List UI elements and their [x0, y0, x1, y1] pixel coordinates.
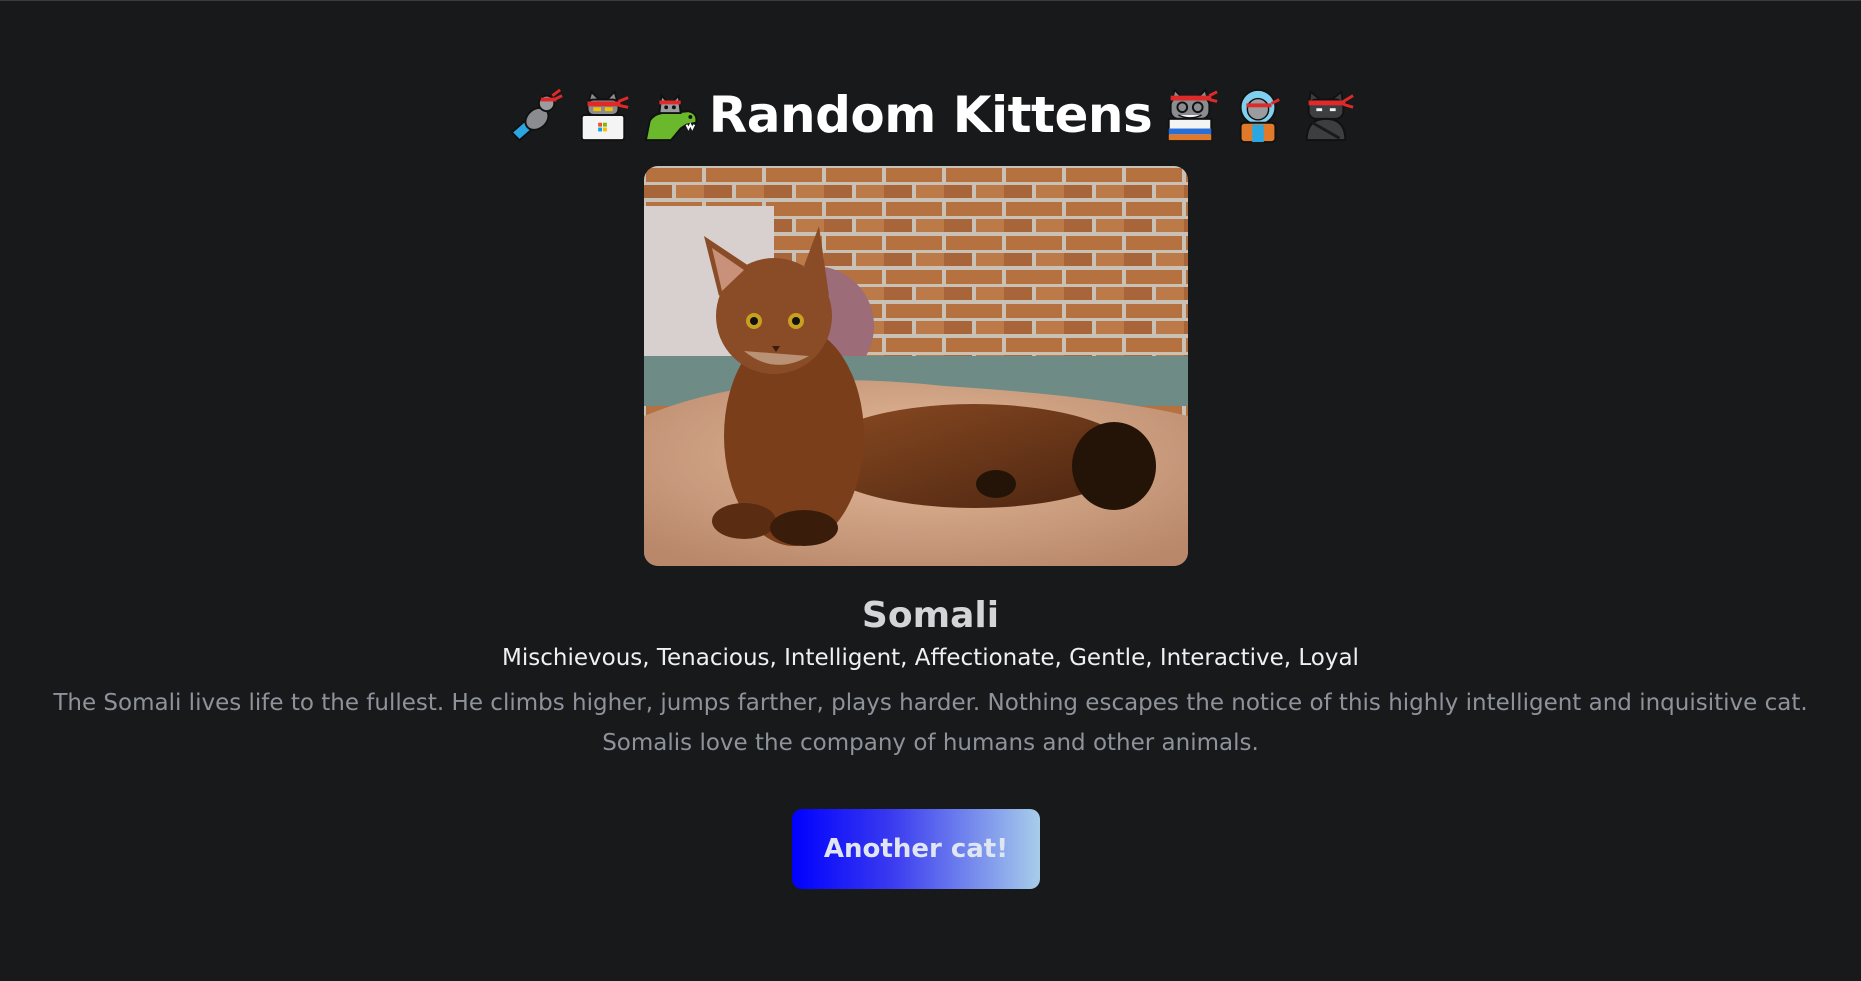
temperament-text: Mischievous, Tenacious, Intelligent, Aff…	[502, 645, 1359, 671]
another-cat-button[interactable]: Another cat!	[792, 809, 1040, 889]
page: Random Kittens Somali Mischievous, Tenac…	[0, 1, 1861, 981]
hacker-ninja-cat-icon	[580, 89, 629, 142]
right-emoji-group	[1156, 85, 1360, 145]
left-emoji-group	[501, 85, 705, 145]
breed-name: Somali	[861, 595, 1000, 636]
page-title: Random Kittens	[708, 86, 1153, 144]
rocket-ninja-cat-icon	[510, 88, 563, 142]
hipster-ninja-cat-icon	[1167, 87, 1218, 142]
astronaut-ninja-cat-icon	[1239, 88, 1281, 144]
ninja-cat-icon	[1305, 89, 1355, 142]
dino-ninja-cat-icon	[644, 93, 698, 142]
breed-description: The Somali lives life to the fullest. He…	[53, 690, 1808, 756]
cat-photo	[644, 166, 1188, 566]
header: Random Kittens	[0, 79, 1861, 151]
